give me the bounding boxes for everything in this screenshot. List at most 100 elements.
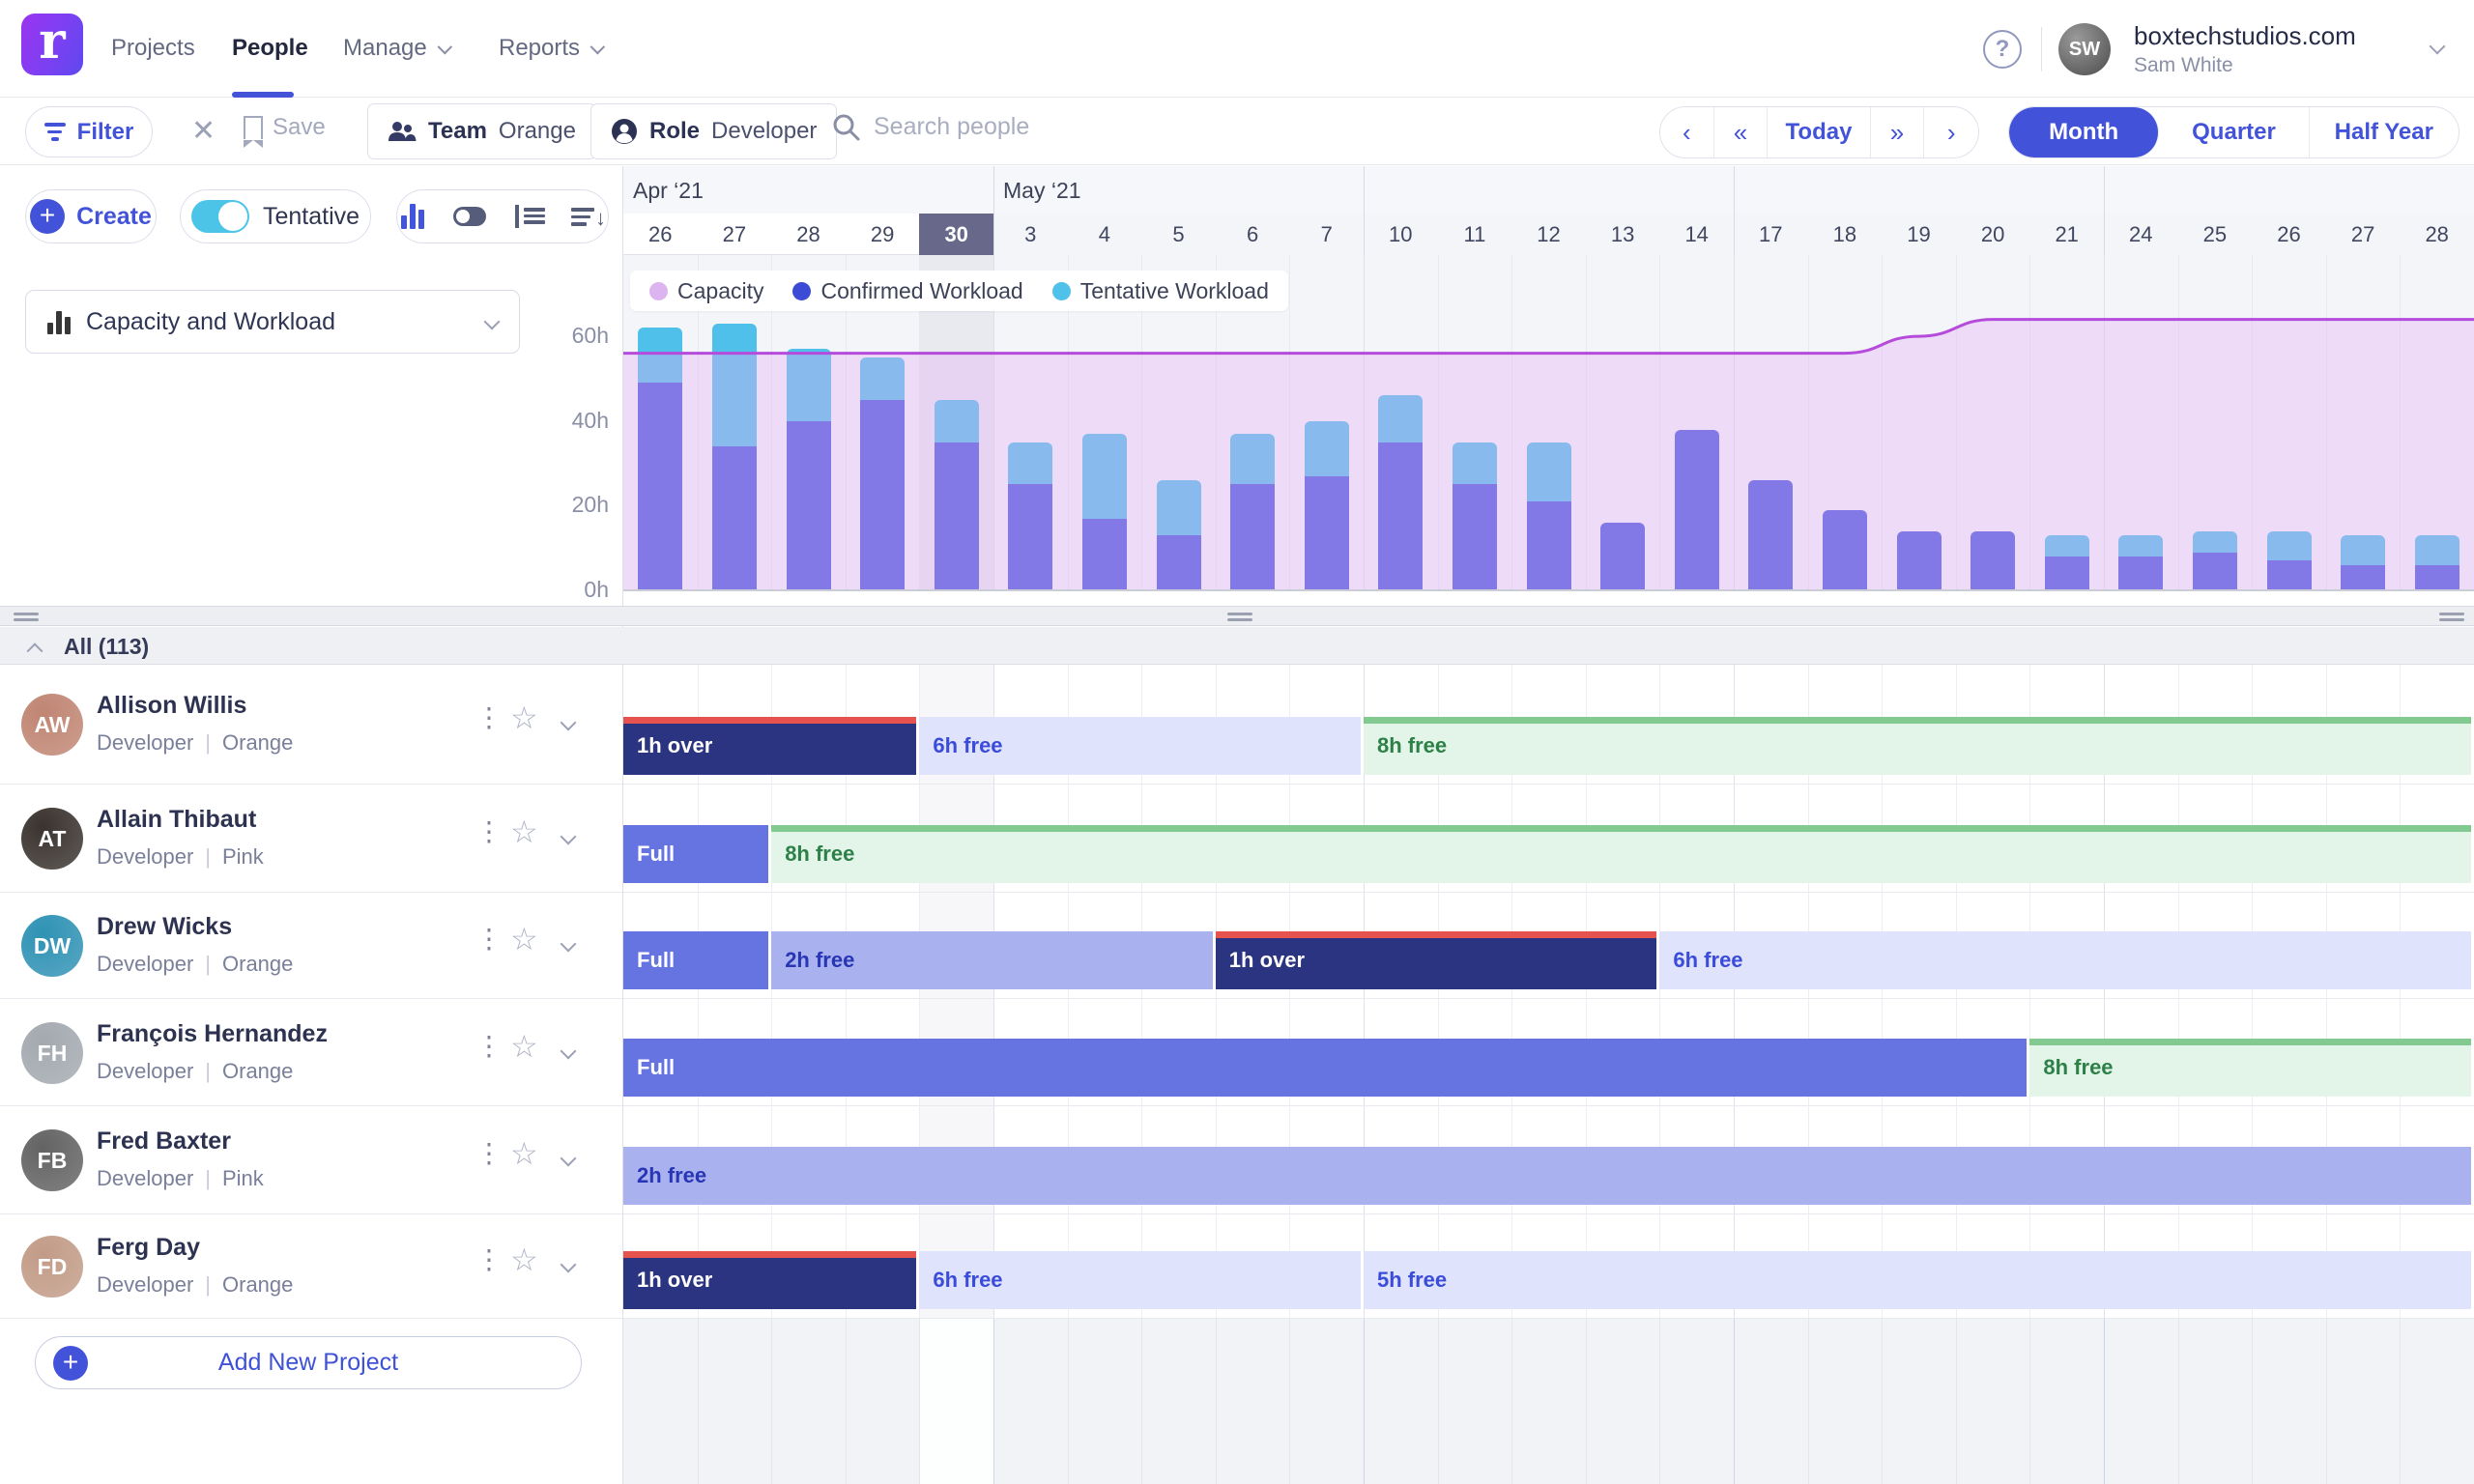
group-header-all[interactable]: All (113) [0, 627, 2474, 665]
team-chip-label: Team [428, 118, 487, 145]
star-icon[interactable]: ☆ [510, 1241, 538, 1278]
grid-line [1511, 255, 1512, 590]
avatar: FD [21, 1236, 83, 1298]
view-tab-quarter[interactable]: Quarter [2159, 107, 2309, 157]
next-button[interactable]: › [1924, 107, 1978, 157]
workload-bar-may-11 [1453, 442, 1497, 590]
divider: | [193, 844, 222, 869]
allocation-6h-free[interactable]: 6h free [1659, 931, 2471, 989]
workload-bar-may-27 [2341, 535, 2385, 590]
fast-next-button[interactable]: » [1871, 107, 1925, 157]
star-icon[interactable]: ☆ [510, 699, 538, 736]
allocation-full[interactable]: Full [623, 825, 768, 883]
resize-grip-icon[interactable] [14, 613, 39, 624]
account-chevron-down-icon[interactable] [2430, 39, 2446, 55]
person-team: Orange [222, 730, 293, 755]
row-chevron-down-icon[interactable] [561, 1151, 577, 1167]
allocation-full[interactable]: Full [623, 931, 768, 989]
allocation-label: 6h free [1659, 931, 2471, 989]
chart-resize-splitter[interactable] [0, 606, 2474, 626]
sort-descending-icon[interactable]: ↓ [571, 204, 604, 229]
allocation-2h-free[interactable]: 2h free [771, 931, 1213, 989]
prev-button[interactable]: ‹ [1660, 107, 1714, 157]
row-chevron-down-icon[interactable] [561, 936, 577, 953]
star-icon[interactable]: ☆ [510, 1028, 538, 1065]
status-stripe [623, 1251, 916, 1258]
tentative-toggle-pill[interactable]: Tentative [180, 189, 371, 243]
grid-line [1438, 1319, 1439, 1484]
kebab-menu-icon[interactable]: ⋮ [475, 923, 503, 955]
workload-bar-may-20 [1971, 531, 2015, 590]
team-filter-chip[interactable]: Team Orange [367, 103, 596, 159]
resize-grip-icon[interactable] [2439, 613, 2464, 624]
allocation-8h-free[interactable]: 8h free [1364, 717, 2471, 775]
workload-bar-apr-27 [712, 324, 757, 590]
kebab-menu-icon[interactable]: ⋮ [475, 701, 503, 733]
grid-line [2400, 1319, 2401, 1484]
allocation-8h-free[interactable]: 8h free [2029, 1039, 2471, 1097]
row-chevron-down-icon[interactable] [561, 1257, 577, 1273]
nav-item-reports[interactable]: Reports [499, 0, 600, 97]
filter-button[interactable]: Filter [25, 106, 153, 157]
tentative-bar-segment [2118, 535, 2163, 556]
team-chip-value: Orange [499, 118, 576, 145]
allocation-6h-free[interactable]: 6h free [919, 1251, 1361, 1309]
today-button[interactable]: Today [1768, 107, 1870, 157]
status-stripe [2029, 1039, 2471, 1045]
allocation-label: 1h over [1216, 938, 1657, 983]
save-filter-button[interactable]: Save [244, 114, 326, 141]
allocation-full[interactable]: Full [623, 1039, 2027, 1097]
allocation-1h-over[interactable]: 1h over [623, 1251, 916, 1309]
view-tab-half-year[interactable]: Half Year [2310, 107, 2459, 157]
day-header-may-17: 17 [1734, 214, 1808, 255]
row-chevron-down-icon[interactable] [561, 1042, 577, 1059]
person-team: Orange [222, 1272, 293, 1297]
tentative-toggle[interactable] [191, 200, 249, 233]
confirmed-bar-segment [1600, 523, 1645, 590]
workload-bar-may-18 [1823, 510, 1867, 590]
person-role-team: Developer|Orange [97, 952, 293, 977]
search-input[interactable] [874, 113, 1164, 141]
grid-line [1364, 255, 1365, 590]
fast-prev-button[interactable]: « [1714, 107, 1769, 157]
add-new-project-button[interactable]: + Add New Project [35, 1336, 582, 1389]
allocation-label: 1h over [623, 724, 916, 768]
grid-line [2252, 255, 2253, 590]
view-tab-month[interactable]: Month [2009, 107, 2159, 157]
grid-line [771, 1319, 772, 1484]
resize-grip-icon[interactable] [1227, 613, 1252, 624]
chart-metric-select[interactable]: Capacity and Workload [25, 290, 520, 354]
allocation-1h-over[interactable]: 1h over [623, 717, 916, 775]
create-button[interactable]: + Create [25, 189, 157, 243]
star-icon[interactable]: ☆ [510, 1135, 538, 1172]
allocation-2h-free[interactable]: 2h free [623, 1147, 2471, 1205]
chart-bars-icon[interactable] [401, 204, 424, 229]
person-role-team: Developer|Pink [97, 844, 264, 870]
kebab-menu-icon[interactable]: ⋮ [475, 1030, 503, 1062]
timeline-months-row: Apr ‘21May ‘21 [623, 166, 2474, 214]
clear-filters-icon[interactable]: ✕ [191, 114, 216, 148]
day-header-may-7: 7 [1289, 214, 1364, 255]
account-domain[interactable]: boxtechstudios.com [2134, 21, 2356, 51]
nav-item-people[interactable]: People [232, 0, 308, 97]
collapse-chevron-icon[interactable] [27, 642, 43, 659]
allocation-8h-free[interactable]: 8h free [771, 825, 2471, 883]
help-icon[interactable]: ? [1983, 30, 2022, 69]
nav-item-projects[interactable]: Projects [111, 0, 195, 97]
list-icon[interactable] [515, 205, 542, 228]
app-logo[interactable]: r [21, 14, 83, 75]
allocation-1h-over[interactable]: 1h over [1216, 931, 1657, 989]
allocation-5h-free[interactable]: 5h free [1364, 1251, 2471, 1309]
role-filter-chip[interactable]: Role Developer [590, 103, 837, 159]
toggle-icon[interactable] [453, 207, 486, 226]
row-chevron-down-icon[interactable] [561, 829, 577, 845]
row-chevron-down-icon[interactable] [561, 715, 577, 731]
allocation-6h-free[interactable]: 6h free [919, 717, 1361, 775]
kebab-menu-icon[interactable]: ⋮ [475, 1137, 503, 1169]
nav-item-manage[interactable]: Manage [343, 0, 447, 97]
kebab-menu-icon[interactable]: ⋮ [475, 1243, 503, 1275]
account-avatar[interactable]: SW [2058, 23, 2111, 75]
kebab-menu-icon[interactable]: ⋮ [475, 815, 503, 847]
star-icon[interactable]: ☆ [510, 921, 538, 957]
star-icon[interactable]: ☆ [510, 813, 538, 850]
